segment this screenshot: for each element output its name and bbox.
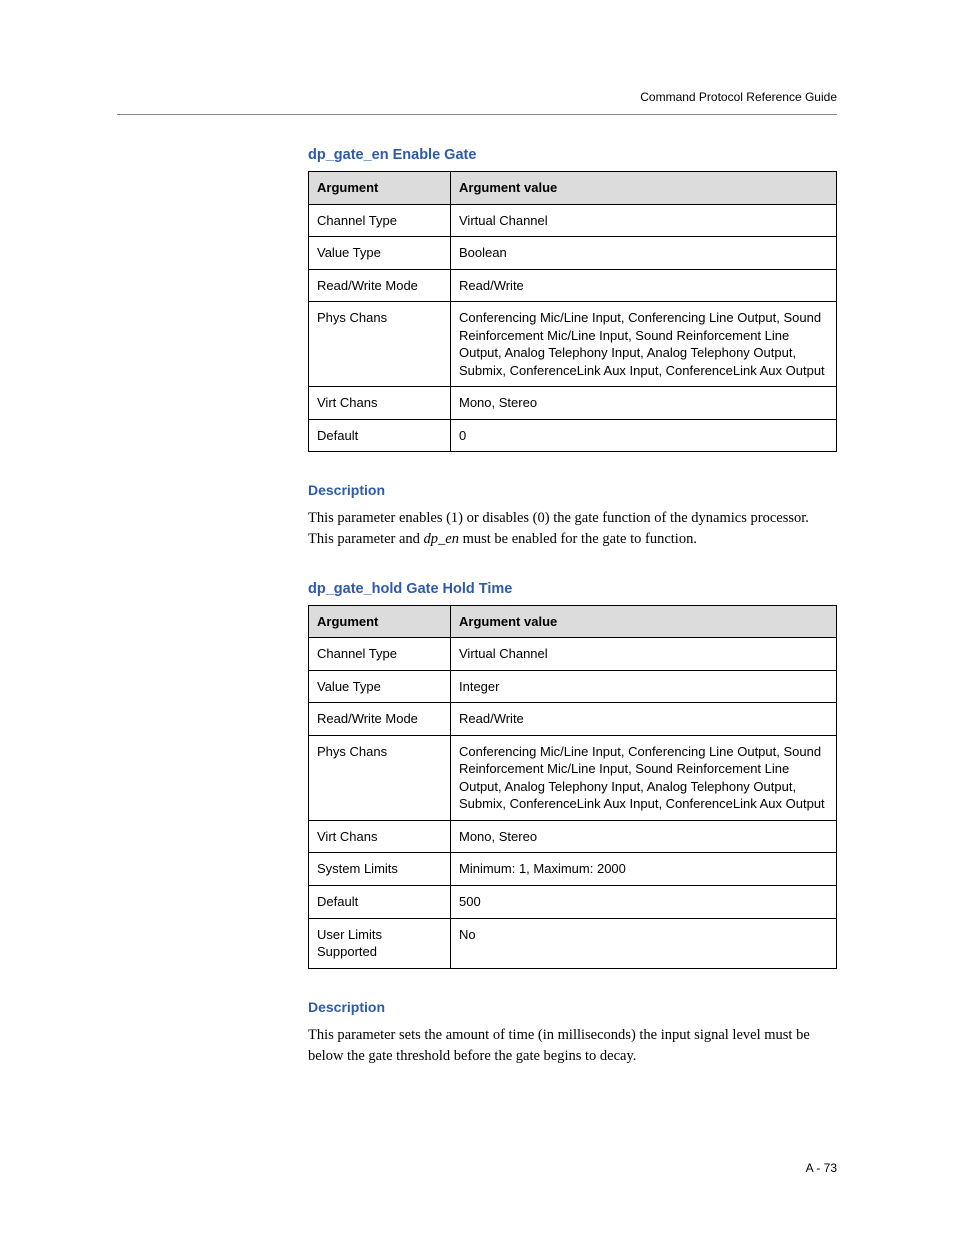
section1-title: dp_gate_en Enable Gate [308, 147, 837, 163]
table-row: Virt Chans Mono, Stereo [309, 820, 837, 853]
table-row: Phys Chans Conferencing Mic/Line Input, … [309, 735, 837, 820]
arg-cell: Value Type [309, 237, 451, 270]
col-argument-value: Argument value [451, 605, 837, 638]
table-row: Virt Chans Mono, Stereo [309, 387, 837, 420]
section1-description-heading: Description [308, 482, 837, 498]
arg-cell: Default [309, 419, 451, 452]
val-cell: Conferencing Mic/Line Input, Conferencin… [451, 302, 837, 387]
arg-cell: Channel Type [309, 204, 451, 237]
arg-cell: Value Type [309, 670, 451, 703]
val-cell: Mono, Stereo [451, 820, 837, 853]
val-cell: Mono, Stereo [451, 387, 837, 420]
header-rule [117, 114, 837, 115]
table-row: Value Type Integer [309, 670, 837, 703]
val-cell: Virtual Channel [451, 638, 837, 671]
table-row: Channel Type Virtual Channel [309, 638, 837, 671]
table-row: Read/Write Mode Read/Write [309, 269, 837, 302]
table-dp-gate-hold: Argument Argument value Channel Type Vir… [308, 605, 837, 969]
content: dp_gate_en Enable Gate Argument Argument… [308, 147, 837, 1067]
table-row: Read/Write Mode Read/Write [309, 703, 837, 736]
page: Command Protocol Reference Guide dp_gate… [0, 0, 954, 1235]
val-cell: No [451, 918, 837, 968]
arg-cell: Read/Write Mode [309, 269, 451, 302]
table-row: System Limits Minimum: 1, Maximum: 2000 [309, 853, 837, 886]
section2-description-heading: Description [308, 999, 837, 1015]
arg-cell: System Limits [309, 853, 451, 886]
val-cell: Virtual Channel [451, 204, 837, 237]
desc-em: dp_en [424, 531, 459, 547]
col-argument-value: Argument value [451, 172, 837, 205]
table-row: User Limits Supported No [309, 918, 837, 968]
col-argument: Argument [309, 605, 451, 638]
val-cell: 0 [451, 419, 837, 452]
section2-description-text: This parameter sets the amount of time (… [308, 1025, 837, 1067]
section2-title: dp_gate_hold Gate Hold Time [308, 581, 837, 597]
table-row: Value Type Boolean [309, 237, 837, 270]
val-cell: Conferencing Mic/Line Input, Conferencin… [451, 735, 837, 820]
table-row: Default 0 [309, 419, 837, 452]
val-cell: Minimum: 1, Maximum: 2000 [451, 853, 837, 886]
table-header-row: Argument Argument value [309, 605, 837, 638]
arg-cell: Default [309, 885, 451, 918]
page-header: Command Protocol Reference Guide [640, 90, 837, 104]
col-argument: Argument [309, 172, 451, 205]
arg-cell: Channel Type [309, 638, 451, 671]
page-footer: A - 73 [806, 1161, 837, 1175]
arg-cell: User Limits Supported [309, 918, 451, 968]
arg-cell: Virt Chans [309, 820, 451, 853]
arg-cell: Phys Chans [309, 302, 451, 387]
table-row: Channel Type Virtual Channel [309, 204, 837, 237]
val-cell: Integer [451, 670, 837, 703]
desc-post: must be enabled for the gate to function… [459, 531, 697, 547]
val-cell: Boolean [451, 237, 837, 270]
val-cell: Read/Write [451, 269, 837, 302]
table-row: Default 500 [309, 885, 837, 918]
section1-description-text: This parameter enables (1) or disables (… [308, 508, 837, 550]
table-dp-gate-en: Argument Argument value Channel Type Vir… [308, 171, 837, 452]
table-row: Phys Chans Conferencing Mic/Line Input, … [309, 302, 837, 387]
arg-cell: Virt Chans [309, 387, 451, 420]
table-header-row: Argument Argument value [309, 172, 837, 205]
val-cell: Read/Write [451, 703, 837, 736]
arg-cell: Phys Chans [309, 735, 451, 820]
arg-cell: Read/Write Mode [309, 703, 451, 736]
val-cell: 500 [451, 885, 837, 918]
